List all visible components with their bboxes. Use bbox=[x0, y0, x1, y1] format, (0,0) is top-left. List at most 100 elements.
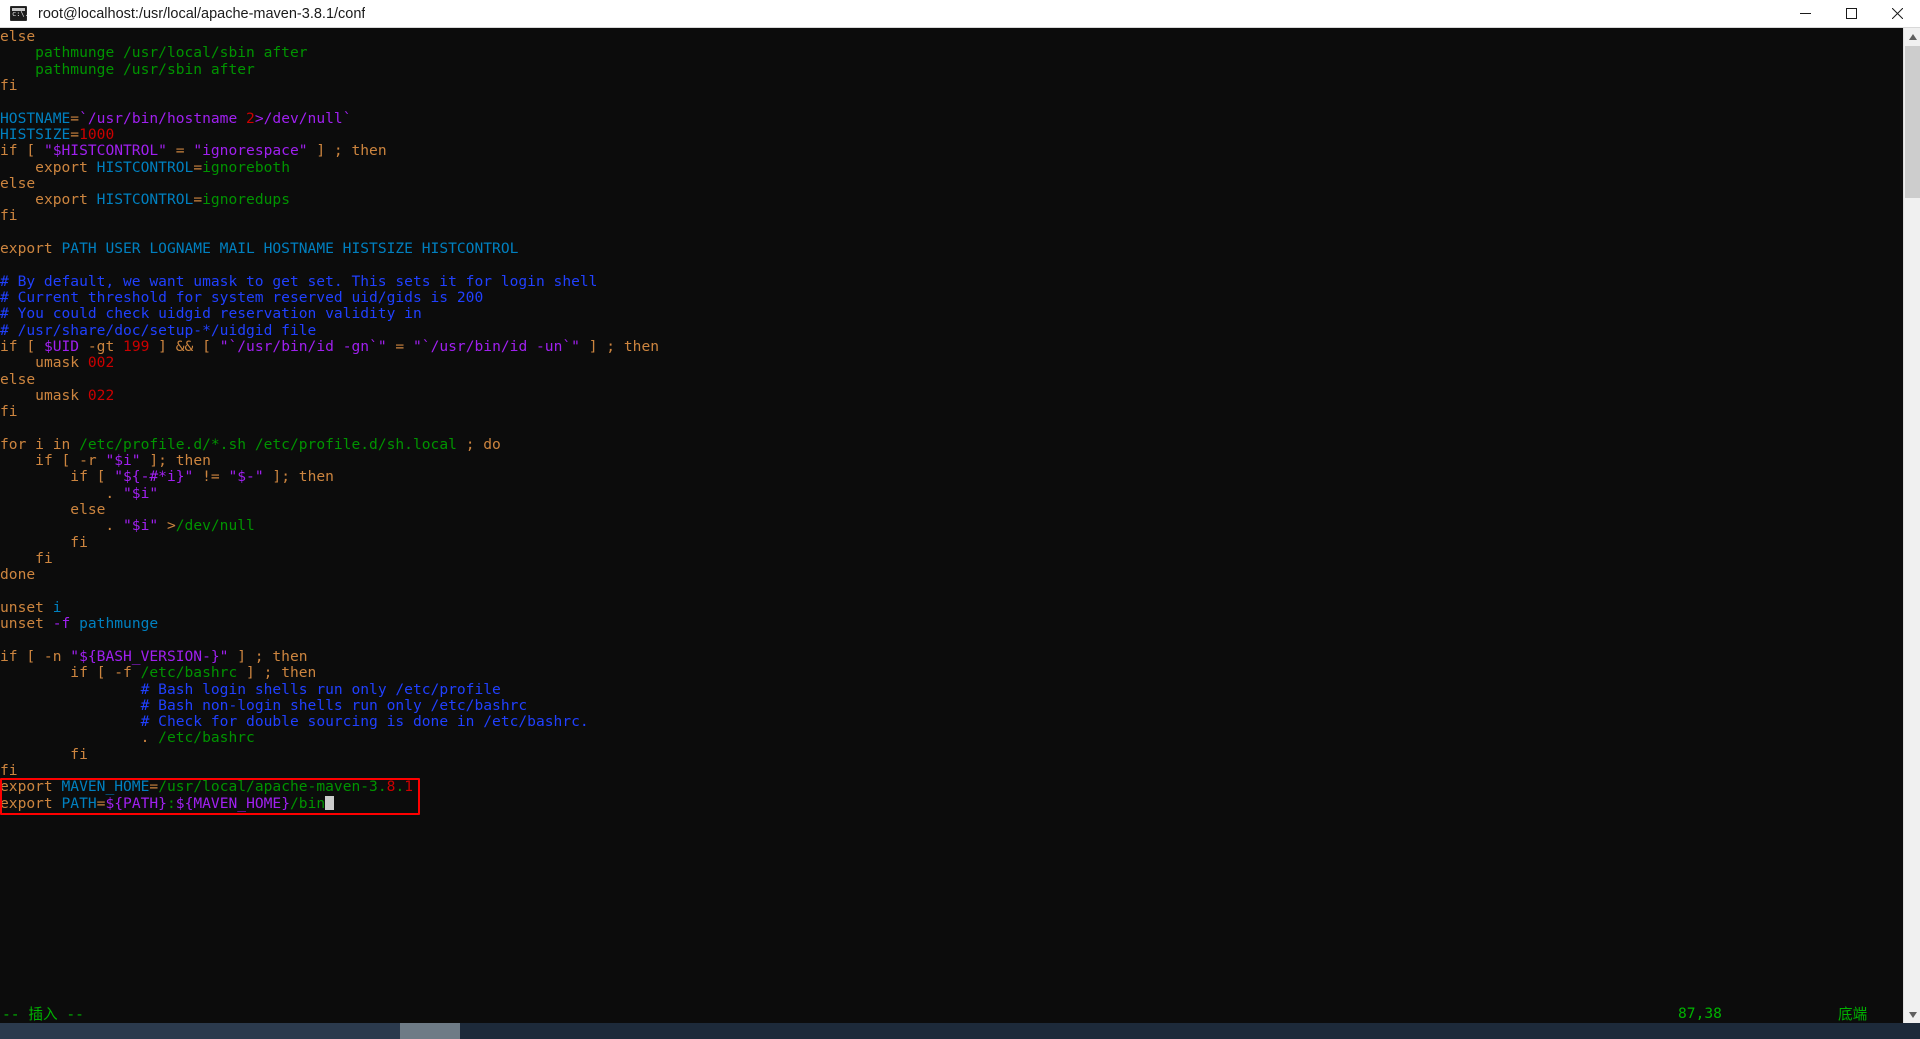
vertical-scrollbar[interactable] bbox=[1903, 28, 1920, 1023]
editor-line: fi bbox=[0, 550, 1903, 567]
cursor-position: 87,38 bbox=[1678, 1004, 1722, 1022]
code-token: = bbox=[166, 142, 194, 160]
code-token: PATH bbox=[61, 794, 97, 812]
scroll-down-arrow[interactable] bbox=[1904, 1006, 1920, 1023]
code-token: fi bbox=[70, 745, 88, 763]
code-token: then bbox=[272, 647, 308, 665]
code-token: pathmunge /usr/local/sbin after bbox=[35, 44, 308, 62]
code-token: export bbox=[35, 191, 88, 209]
code-token: = bbox=[70, 125, 80, 143]
editor-line: if [ "${-#*i}" != "$-" ]; then bbox=[0, 469, 1903, 485]
editor-line: . "$i" >/dev/null bbox=[0, 518, 1903, 534]
editor-line: # Check for double sourcing is done in /… bbox=[0, 713, 1903, 730]
code-token: ; bbox=[456, 435, 484, 453]
code-token: "${-#*i}" bbox=[114, 468, 194, 486]
code-token: # Current threshold for system reserved … bbox=[0, 289, 484, 306]
code-token: 2 bbox=[246, 109, 255, 127]
code-token: /etc/bashrc bbox=[158, 729, 255, 747]
editor-text-area[interactable]: else pathmunge /usr/local/sbin after pat… bbox=[0, 28, 1903, 812]
code-token: ]; bbox=[263, 468, 299, 486]
code-token: [ bbox=[17, 337, 44, 355]
code-token: # You could check uidgid reservation val… bbox=[0, 305, 422, 323]
editor-line: fi bbox=[0, 745, 1903, 763]
editor-line: # Bash non-login shells run only /etc/ba… bbox=[0, 697, 1903, 714]
scrollbar-thumb[interactable] bbox=[1905, 46, 1920, 198]
code-token: /usr/bin/hostname bbox=[87, 109, 247, 127]
editor-line: HOSTNAME=`/usr/bin/hostname 2>/dev/null` bbox=[0, 109, 1903, 127]
code-token: "` bbox=[413, 337, 431, 355]
editor-line: umask 022 bbox=[0, 386, 1903, 404]
code-token: `" bbox=[562, 337, 580, 355]
scroll-up-arrow[interactable] bbox=[1904, 28, 1920, 45]
code-token: HISTCONTROL bbox=[96, 158, 194, 176]
code-token: export bbox=[0, 778, 53, 796]
code-token: "${BASH_VERSION-}" bbox=[70, 647, 229, 665]
code-token: do bbox=[483, 435, 501, 453]
code-token: "$i" bbox=[123, 517, 159, 535]
code-token: -gt bbox=[79, 337, 124, 355]
code-token: then bbox=[298, 468, 334, 486]
editor-line: export HISTCONTROL=ignoredups bbox=[0, 191, 1903, 209]
close-button[interactable] bbox=[1874, 0, 1920, 28]
code-token: fi bbox=[35, 550, 53, 567]
code-token: : bbox=[166, 794, 176, 812]
code-token: [ -f bbox=[87, 664, 141, 682]
vim-editor[interactable]: else pathmunge /usr/local/sbin after pat… bbox=[0, 28, 1903, 1023]
editor-line: fi bbox=[0, 77, 1903, 94]
title-bar-left: root@localhost:/usr/local/apache-maven-3… bbox=[0, 6, 1782, 22]
code-token: ` bbox=[79, 109, 88, 127]
code-token: = bbox=[193, 191, 203, 209]
code-token: = bbox=[193, 158, 203, 176]
code-token: HISTCONTROL bbox=[96, 191, 194, 209]
code-token: unset bbox=[0, 598, 44, 616]
code-token: fi bbox=[0, 762, 18, 780]
code-token: 1000 bbox=[79, 125, 115, 143]
code-token: `" bbox=[369, 337, 387, 355]
code-token: else bbox=[70, 501, 106, 519]
code-token: 022 bbox=[87, 386, 115, 404]
code-token: HOSTNAME bbox=[0, 109, 71, 127]
vim-status-line: -- 插入 -- 87,38 底端 bbox=[0, 1003, 1903, 1023]
code-token: # /usr/share/doc/setup-*/uidgid file bbox=[0, 321, 317, 339]
maximize-button[interactable] bbox=[1828, 0, 1874, 28]
code-token: PATH USER LOGNAME MAIL HOSTNAME HISTSIZE… bbox=[61, 240, 519, 258]
code-token: 002 bbox=[87, 354, 115, 372]
code-token: /usr/bin/id -un bbox=[430, 337, 563, 355]
code-token: # By default, we want umask to get set. … bbox=[0, 272, 598, 290]
editor-line: export PATH USER LOGNAME MAIL HOSTNAME H… bbox=[0, 240, 1903, 258]
taskbar bbox=[0, 1023, 1920, 1039]
editor-line: fi bbox=[0, 404, 1903, 420]
code-token: done bbox=[0, 566, 36, 584]
editor-line: # Current threshold for system reserved … bbox=[0, 289, 1903, 306]
minimize-button[interactable] bbox=[1782, 0, 1828, 28]
code-token: i bbox=[26, 435, 53, 453]
code-token: umask bbox=[35, 354, 80, 372]
editor-line: HISTSIZE=1000 bbox=[0, 125, 1903, 143]
code-token: ignoredups bbox=[202, 191, 290, 209]
editor-line: fi bbox=[0, 762, 1903, 780]
editor-line: pathmunge /usr/local/sbin after bbox=[0, 45, 1903, 61]
editor-line: fi bbox=[0, 208, 1903, 224]
code-token: export bbox=[35, 158, 88, 176]
code-token: . bbox=[0, 729, 159, 747]
code-token: ] ; bbox=[579, 337, 624, 355]
code-token: then bbox=[175, 452, 211, 470]
text-cursor bbox=[325, 795, 335, 810]
code-token: then bbox=[281, 664, 317, 682]
code-token: if bbox=[70, 468, 88, 486]
code-token: ] ; bbox=[228, 647, 273, 665]
editor-line: if [ -r "$i" ]; then bbox=[0, 452, 1903, 470]
code-token: != bbox=[193, 468, 229, 486]
code-token: "` bbox=[219, 337, 238, 355]
editor-line: else bbox=[0, 501, 1903, 519]
